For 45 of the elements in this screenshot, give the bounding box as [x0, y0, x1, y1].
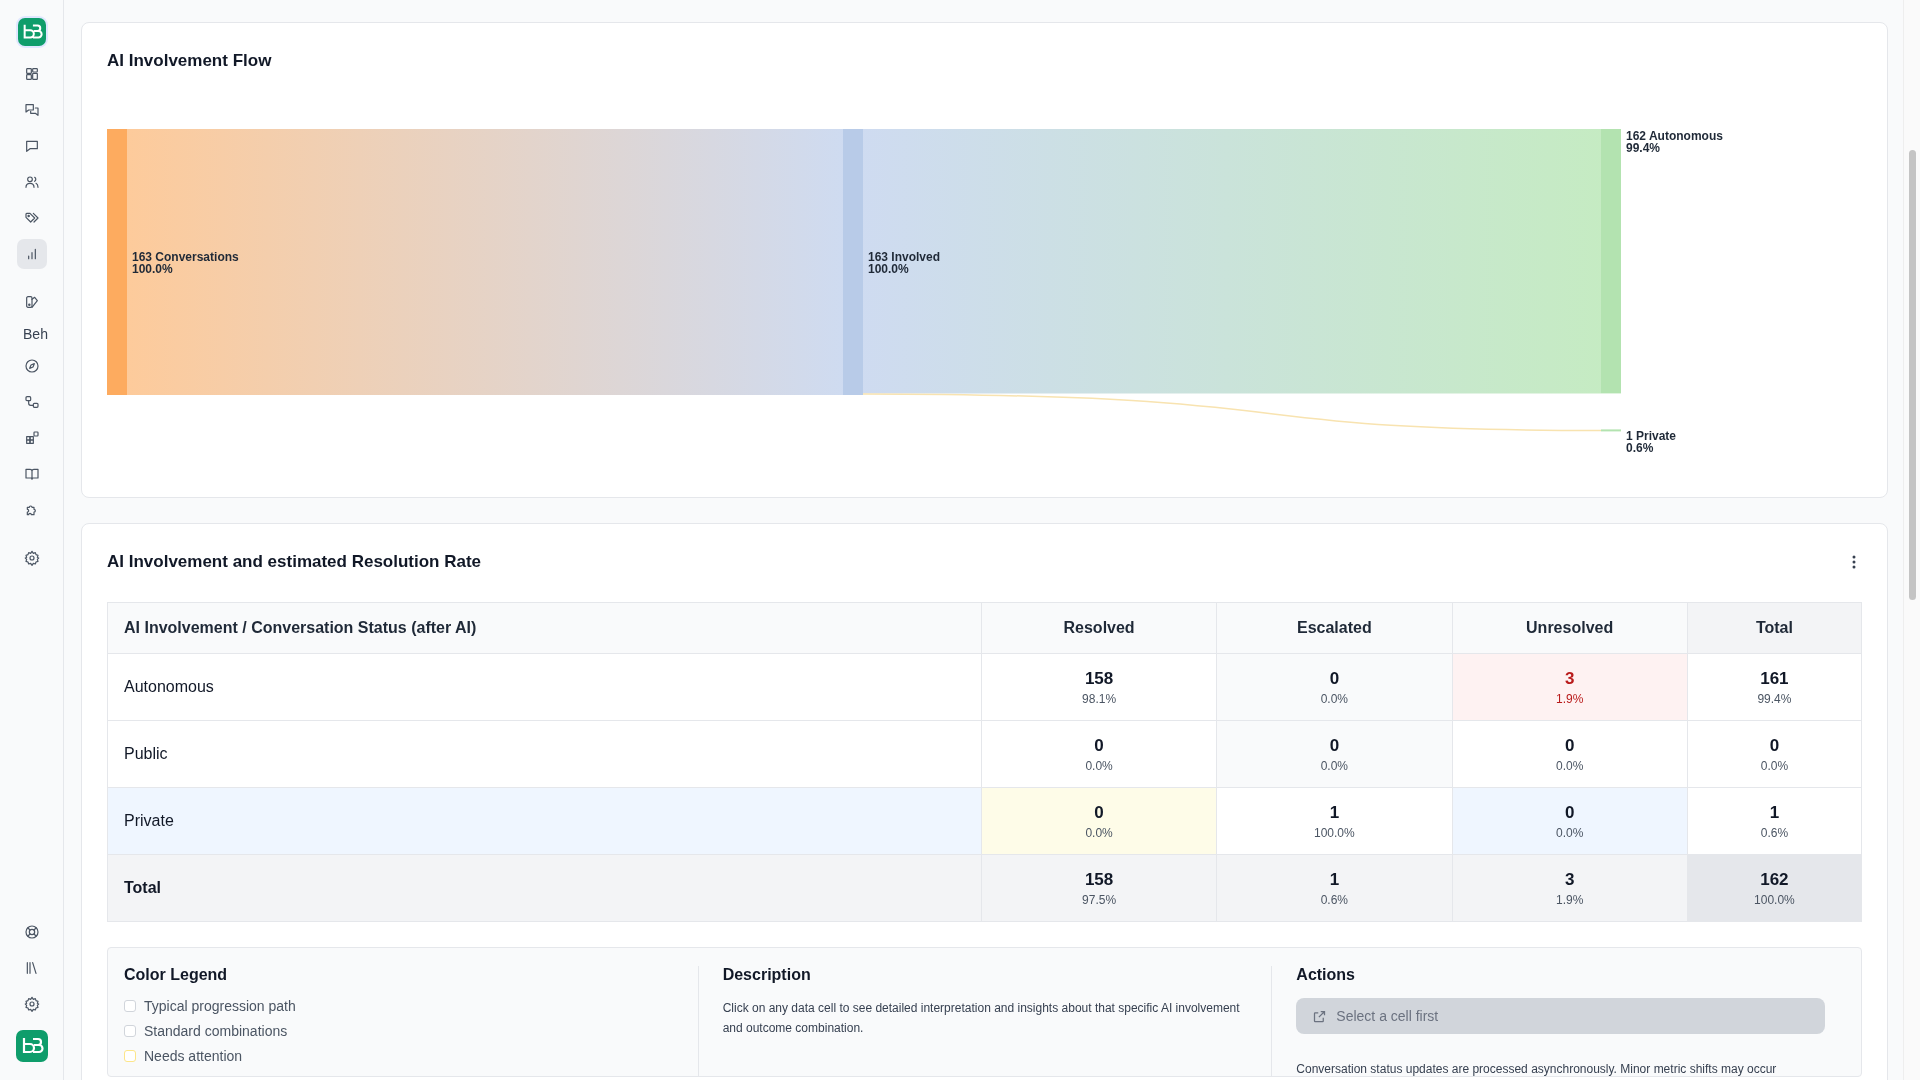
logo-icon[interactable]: [15, 1030, 48, 1062]
card-title: AI Involvement Flow: [107, 51, 273, 71]
table-cell[interactable]: 0 0.0%: [1216, 720, 1452, 788]
legend-label: Standard combinations: [144, 1023, 288, 1039]
section-title: Color Legend: [124, 966, 229, 984]
table-cell[interactable]: 162 100.0%: [1687, 854, 1862, 922]
legend-label: Needs attention: [144, 1048, 243, 1064]
table-cell[interactable]: 0 0.0%: [1687, 720, 1862, 788]
column-header: Unresolved: [1452, 602, 1688, 654]
table-cell[interactable]: 0 0.0%: [1452, 720, 1688, 788]
column-header: Resolved: [981, 602, 1217, 654]
section-title: Description: [722, 966, 812, 984]
table-cell[interactable]: 0 0.0%: [981, 720, 1217, 788]
table-cell[interactable]: 3 1.9%: [1452, 653, 1688, 721]
section-title: Actions: [1296, 966, 1356, 984]
table-cell[interactable]: 3 1.9%: [1452, 854, 1688, 922]
table-cell[interactable]: 0 0.0%: [1452, 787, 1688, 855]
node-label: 163 Involved 100.0%: [868, 250, 941, 276]
table-cell[interactable]: 158 98.1%: [981, 653, 1217, 721]
node-label: 1 Private 0.6%: [1626, 429, 1677, 456]
table-cell[interactable]: 1 0.6%: [1216, 854, 1452, 922]
column-header: Total: [1687, 602, 1862, 654]
row-header[interactable]: Public: [107, 720, 982, 788]
chart-icon[interactable]: [16, 239, 47, 269]
legend-label: Typical progression path: [144, 998, 296, 1014]
table-cell[interactable]: 0 0.0%: [981, 787, 1217, 855]
table-cell[interactable]: 161 99.4%: [1687, 653, 1862, 721]
row-header[interactable]: Total: [107, 854, 982, 922]
row-header[interactable]: Autonomous: [107, 653, 982, 721]
table-cell[interactable]: 0 0.0%: [1216, 653, 1452, 721]
node-label: 163 Conversations 100.0%: [132, 250, 239, 276]
column-header: Escalated: [1216, 602, 1452, 654]
card-title: AI Involvement and estimated Resolution Rate: [107, 552, 482, 572]
node-label: 162 Autonomous 99.4%: [1626, 129, 1723, 155]
flow-node: [1601, 429, 1621, 432]
description-text: Click on any data cell to see detailed interpretation and insights about that specific AI involvement and outcome combination.: [722, 1000, 1241, 1037]
row-header[interactable]: Private: [107, 787, 982, 855]
table-cell[interactable]: 1 0.6%: [1687, 787, 1862, 855]
logo-icon[interactable]: [17, 18, 46, 46]
column-header: AI Involvement / Conversation Status (after AI): [107, 602, 982, 654]
note-text: Conversation status updates are processed asynchronously. Minor metric shifts may occur: [1296, 1062, 1778, 1076]
external-link-icon: [1312, 1008, 1328, 1024]
table-cell[interactable]: 1 100.0%: [1216, 787, 1452, 855]
table-cell[interactable]: 158 97.5%: [981, 854, 1217, 922]
nav-label[interactable]: Beh: [23, 326, 48, 342]
